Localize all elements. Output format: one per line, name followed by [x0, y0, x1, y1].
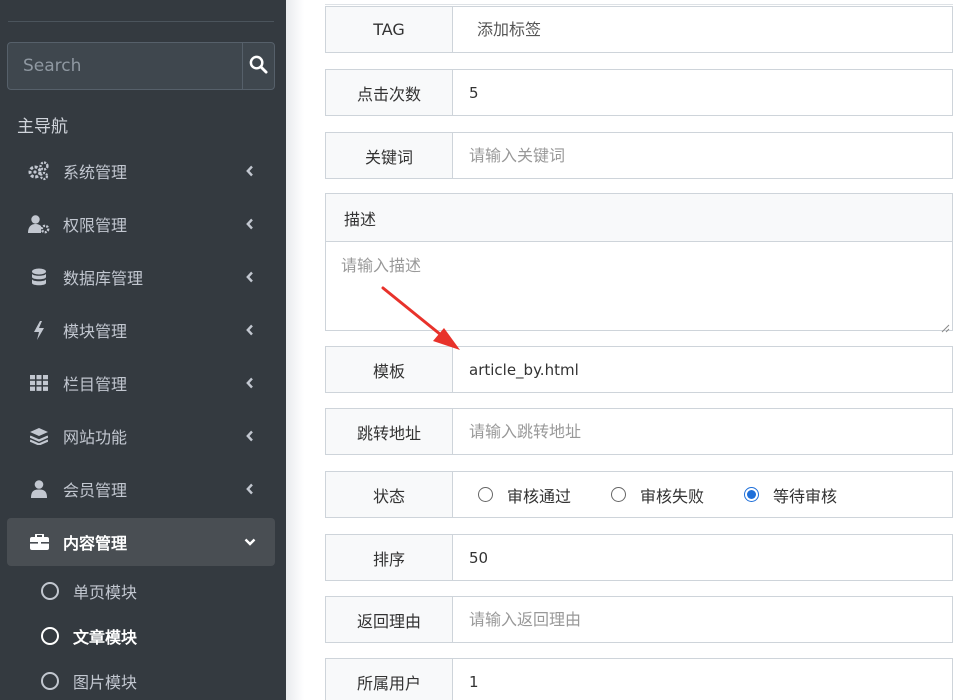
radio-label: 审核通过: [507, 486, 572, 506]
form-row-status: 状态 审核通过 审核失败 等待审核: [325, 471, 953, 518]
radio-button[interactable]: [478, 487, 493, 502]
sidebar-subitem-label: 文章模块: [73, 628, 138, 647]
sidebar-item-label: 栏目管理: [63, 375, 128, 394]
briefcase-icon: [28, 531, 50, 553]
sidebar-item-permissions[interactable]: 权限管理: [7, 200, 275, 248]
sidebar-item-label: 系统管理: [63, 163, 128, 182]
sidebar-item-content[interactable]: 内容管理: [7, 518, 275, 566]
nav-header: 主导航: [17, 117, 68, 137]
radio-button[interactable]: [611, 487, 627, 502]
status-radio-rejected[interactable]: 审核失败: [611, 483, 704, 507]
keywords-label: 关键词: [326, 133, 453, 178]
form-row-owner: 所属用户: [325, 658, 953, 700]
tag-input[interactable]: [453, 7, 952, 52]
sidebar-subitem-label: 图片模块: [73, 673, 138, 692]
owner-label: 所属用户: [326, 659, 453, 700]
sort-input[interactable]: [453, 535, 952, 580]
search-button[interactable]: [242, 43, 274, 89]
sidebar-item-system[interactable]: 系统管理: [7, 147, 275, 195]
sidebar-item-label: 网站功能: [63, 428, 128, 447]
sidebar-shadow: [286, 0, 304, 700]
clicks-input[interactable]: [453, 70, 952, 115]
sidebar-item-label: 会员管理: [63, 481, 128, 500]
clicks-label: 点击次数: [326, 70, 453, 115]
sidebar-item-label: 权限管理: [63, 216, 128, 235]
status-radio-group: 审核通过 审核失败 等待审核: [453, 472, 952, 517]
sidebar-subitem-article[interactable]: 文章模块: [7, 614, 275, 658]
sidebar-subitem-image[interactable]: 图片模块: [7, 659, 275, 700]
sidebar-item-modules[interactable]: 模块管理: [7, 306, 275, 354]
form-row-redirect: 跳转地址: [325, 408, 953, 455]
sidebar-item-columns[interactable]: 栏目管理: [7, 359, 275, 407]
owner-input[interactable]: [453, 659, 952, 700]
chevron-left-icon: [243, 377, 257, 389]
layers-icon: [28, 425, 50, 447]
sidebar-item-label: 模块管理: [63, 322, 128, 341]
status-radio-pending[interactable]: 等待审核: [744, 483, 837, 507]
circle-icon: [41, 582, 59, 600]
chevron-down-icon: [243, 538, 257, 546]
form-row-tag: TAG: [325, 6, 953, 53]
database-icon: [28, 266, 50, 288]
cogs-icon: [28, 160, 50, 182]
template-input[interactable]: [453, 347, 952, 392]
sidebar-subitem-single-page[interactable]: 单页模块: [7, 569, 275, 613]
form-top-border: [325, 4, 953, 5]
circle-icon: [41, 672, 59, 690]
bolt-icon: [28, 319, 50, 341]
redirect-input[interactable]: [453, 409, 952, 454]
sidebar-search: [7, 42, 275, 90]
user-cog-icon: [28, 213, 50, 235]
sidebar-item-label: 数据库管理: [63, 269, 144, 288]
radio-button[interactable]: [744, 487, 760, 502]
tag-label: TAG: [326, 7, 453, 52]
radio-label: 审核失败: [640, 486, 705, 506]
sidebar-item-database[interactable]: 数据库管理: [7, 253, 275, 301]
reason-input[interactable]: [453, 597, 952, 642]
user-icon: [28, 478, 50, 500]
sidebar-divider: [8, 21, 274, 22]
reason-label: 返回理由: [326, 597, 453, 642]
sort-label: 排序: [326, 535, 453, 580]
sidebar-item-members[interactable]: 会员管理: [7, 465, 275, 513]
resize-grip-icon[interactable]: [940, 318, 950, 333]
sidebar-item-label: 内容管理: [63, 534, 128, 553]
form-row-clicks: 点击次数: [325, 69, 953, 116]
sidebar-item-site-functions[interactable]: 网站功能: [7, 412, 275, 460]
form-row-keywords: 关键词: [325, 132, 953, 179]
search-icon: [249, 55, 268, 78]
chevron-left-icon: [243, 165, 257, 177]
form-row-template: 模板: [325, 346, 953, 393]
sidebar: 主导航 系统管理 权限管理 数据库管理 模块管理 栏目管理: [0, 0, 286, 700]
status-radio-approved[interactable]: 审核通过: [478, 483, 571, 507]
redirect-label: 跳转地址: [326, 409, 453, 454]
circle-icon: [41, 627, 59, 645]
description-label: 描述: [326, 194, 952, 242]
template-label: 模板: [326, 347, 453, 392]
chevron-left-icon: [243, 324, 257, 336]
form-row-sort: 排序: [325, 534, 953, 581]
keywords-input[interactable]: [453, 133, 952, 178]
radio-label: 等待审核: [773, 486, 838, 506]
chevron-left-icon: [243, 483, 257, 495]
form-row-reason: 返回理由: [325, 596, 953, 643]
form-description: 描述: [325, 193, 953, 333]
status-label: 状态: [326, 472, 453, 517]
sidebar-subitem-label: 单页模块: [73, 583, 138, 602]
grid-icon: [28, 372, 50, 394]
chevron-left-icon: [243, 430, 257, 442]
search-input[interactable]: [8, 43, 242, 89]
chevron-left-icon: [243, 271, 257, 283]
chevron-left-icon: [243, 218, 257, 230]
description-textarea[interactable]: [326, 242, 952, 330]
